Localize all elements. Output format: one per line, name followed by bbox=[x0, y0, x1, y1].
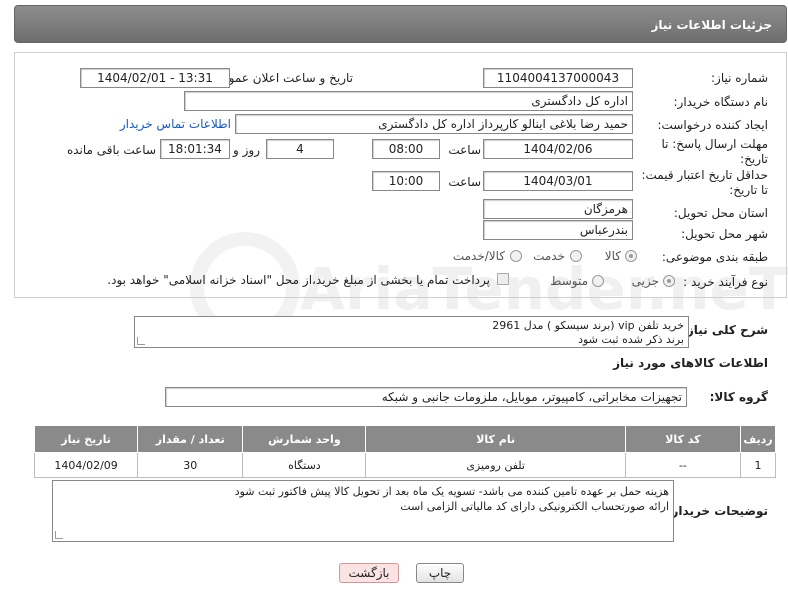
col-item-name: نام کالا bbox=[365, 425, 626, 453]
validity-time-field: 10:00 bbox=[372, 171, 440, 191]
remaining-time-field: 18:01:34 bbox=[160, 139, 230, 159]
category-label: طبقه بندی موضوعی: bbox=[661, 250, 768, 264]
cell-need-date: 1404/02/09 bbox=[33, 452, 139, 478]
goods-info-title: اطلاعات کالاهای مورد نیاز bbox=[613, 356, 768, 370]
buyer-contact-link[interactable]: اطلاعات تماس خریدار bbox=[120, 117, 231, 131]
province-label: استان محل تحویل: bbox=[673, 206, 768, 220]
col-row-number: ردیف bbox=[739, 425, 777, 453]
category-radio-goods[interactable] bbox=[625, 250, 637, 262]
process-option-medium: متوسط bbox=[550, 274, 588, 288]
description-textarea: خرید تلفن vip (برند سیسکو ) مدل 2961 برن… bbox=[134, 316, 689, 348]
panel-header: جزئیات اطلاعات نیاز bbox=[14, 5, 787, 43]
buyer-notes-label: توضیحات خریدار: bbox=[666, 504, 768, 518]
buyer-notes-line-1: هزینه حمل بر عهده تامین کننده می باشد- ت… bbox=[234, 485, 669, 498]
process-radio-minor[interactable] bbox=[663, 275, 675, 287]
category-option-both: کالا/خدمت bbox=[452, 249, 505, 263]
province-field: هرمزگان bbox=[483, 199, 633, 219]
creator-field: حمید رضا بلاغی اینالو کارپرداز اداره کل … bbox=[235, 114, 633, 134]
category-option-service: خدمت bbox=[533, 249, 565, 263]
category-radio-service[interactable] bbox=[570, 250, 582, 262]
resize-grip-icon[interactable] bbox=[55, 531, 63, 539]
description-label: شرح کلی نیاز: bbox=[682, 323, 768, 337]
creator-label: ایجاد کننده درخواست: bbox=[657, 118, 768, 132]
treasury-checkbox[interactable] bbox=[497, 273, 509, 285]
city-label: شهر محل تحویل: bbox=[681, 227, 768, 241]
goods-group-label: گروه کالا: bbox=[709, 390, 768, 404]
cell-row-number: 1 bbox=[739, 452, 777, 478]
buyer-org-field: اداره کل دادگستری bbox=[184, 91, 633, 111]
deadline-date-field: 1404/02/06 bbox=[483, 139, 633, 159]
category-radio-both[interactable] bbox=[510, 250, 522, 262]
need-number-label: شماره نیاز: bbox=[711, 71, 768, 85]
cell-quantity: 30 bbox=[137, 452, 244, 478]
remaining-word: ساعت باقی مانده bbox=[66, 143, 156, 157]
validity-label: حداقل تاریخ اعتبار قیمت: bbox=[641, 168, 768, 182]
col-unit: واحد شمارش bbox=[242, 425, 367, 453]
payment-note: پرداخت تمام یا بخشی از مبلغ خرید،از محل … bbox=[107, 273, 490, 287]
page-title: جزئیات اطلاعات نیاز bbox=[651, 18, 772, 32]
announce-field: 1404/02/01 - 13:31 bbox=[80, 68, 230, 88]
print-button[interactable]: چاپ bbox=[416, 563, 464, 583]
validity-label-date: تا تاریخ: bbox=[729, 183, 768, 197]
table-row: 1 -- تلفن رومیزی دستگاه 30 1404/02/09 bbox=[33, 452, 777, 478]
cell-item-code: -- bbox=[624, 452, 741, 478]
col-item-code: کد کالا bbox=[624, 425, 741, 453]
description-line-2: برند ذکر شده ثبت شود bbox=[578, 333, 684, 346]
buyer-notes-line-2: ارائه صورتحساب الکترونیکی دارای کد مالیا… bbox=[400, 500, 669, 513]
deadline-label-date: تاریخ: bbox=[740, 152, 768, 166]
col-need-date: تاریخ نیاز bbox=[33, 425, 139, 453]
buyer-notes-textarea: هزینه حمل بر عهده تامین کننده می باشد- ت… bbox=[52, 480, 674, 542]
validity-time-word: ساعت bbox=[448, 175, 481, 189]
cell-item-name: تلفن رومیزی bbox=[365, 452, 626, 478]
cell-unit: دستگاه bbox=[242, 452, 367, 478]
goods-group-field: تجهیزات مخابراتی، کامپیوتر، موبایل، ملزو… bbox=[165, 387, 687, 407]
back-button[interactable]: بازگشت bbox=[339, 563, 399, 583]
buyer-org-label: نام دستگاه خریدار: bbox=[673, 95, 769, 109]
days-word: روز و bbox=[233, 143, 260, 157]
deadline-time-field: 08:00 bbox=[372, 139, 440, 159]
description-line-1: خرید تلفن vip (برند سیسکو ) مدل 2961 bbox=[492, 319, 684, 332]
need-number-field: 1104004137000043 bbox=[483, 68, 633, 88]
process-label: نوع فرآیند خرید : bbox=[683, 275, 768, 289]
days-field: 4 bbox=[266, 139, 334, 159]
deadline-time-word: ساعت bbox=[448, 143, 481, 157]
process-radio-medium[interactable] bbox=[592, 275, 604, 287]
table-header-row: ردیف کد کالا نام کالا واحد شمارش تعداد /… bbox=[33, 425, 777, 453]
process-option-minor: جزیی bbox=[631, 274, 659, 288]
city-field: بندرعباس bbox=[483, 220, 633, 240]
resize-grip-icon[interactable] bbox=[137, 337, 145, 345]
deadline-label: مهلت ارسال پاسخ: تا bbox=[661, 137, 768, 151]
goods-table: ردیف کد کالا نام کالا واحد شمارش تعداد /… bbox=[33, 425, 777, 478]
category-option-goods: کالا bbox=[604, 249, 621, 263]
validity-date-field: 1404/03/01 bbox=[483, 171, 633, 191]
col-quantity: تعداد / مقدار bbox=[137, 425, 244, 453]
